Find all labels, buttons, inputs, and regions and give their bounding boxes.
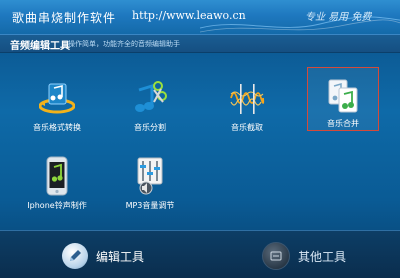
tool-music-cut[interactable]: 音乐截取 — [212, 72, 282, 150]
edit-pen-icon — [62, 243, 88, 269]
tool-label: Iphone铃声制作 — [27, 201, 87, 210]
slogan: 专业 易用 免费 — [305, 12, 372, 23]
section-title: 音频编辑工具 — [10, 41, 70, 52]
tab-other-tools[interactable]: 其他工具 — [262, 238, 346, 274]
tool-label: 音乐合并 — [327, 119, 359, 128]
tool-label: 音乐格式转换 — [33, 123, 81, 132]
tab-edit-tools[interactable]: 编辑工具 — [62, 238, 144, 274]
music-merge-icon — [328, 79, 358, 113]
section-hint: 操作简单，功能齐全的音频编辑助手 — [68, 40, 180, 48]
tab-label: 其他工具 — [298, 249, 347, 264]
tool-label: MP3音量调节 — [125, 201, 175, 210]
tool-music-merge[interactable]: 音乐合并 — [307, 67, 379, 146]
tool-label: 音乐截取 — [231, 123, 263, 132]
tab-label: 编辑工具 — [96, 249, 145, 264]
bottom-tab-bar: 编辑工具 其他工具 — [0, 230, 400, 278]
title-bar: 歌曲串烧制作软件 http://www.leawo.cn 专业 易用 免费 — [0, 0, 400, 34]
iphone-ringtone-icon — [46, 156, 68, 196]
tool-volume-adjust[interactable]: MP3音量调节 — [115, 150, 185, 228]
website-url[interactable]: http://www.leawo.cn — [132, 9, 246, 22]
tools-icon — [262, 242, 290, 270]
section-header: 音频编辑工具 操作简单，功能齐全的音频编辑助手 — [0, 34, 400, 53]
music-convert-icon — [39, 83, 75, 114]
music-split-icon — [135, 81, 167, 112]
music-cut-icon — [230, 84, 265, 114]
tool-iphone-ringtone[interactable]: Iphone铃声制作 — [22, 150, 92, 228]
volume-adjust-icon — [137, 157, 163, 195]
tool-label: 音乐分割 — [134, 123, 166, 132]
tool-music-convert[interactable]: 音乐格式转换 — [22, 72, 92, 150]
app-title: 歌曲串烧制作软件 — [12, 11, 117, 25]
app-window: 歌曲串烧制作软件 http://www.leawo.cn 专业 易用 免费 音频… — [0, 0, 400, 278]
tool-music-split[interactable]: 音乐分割 — [115, 72, 185, 150]
